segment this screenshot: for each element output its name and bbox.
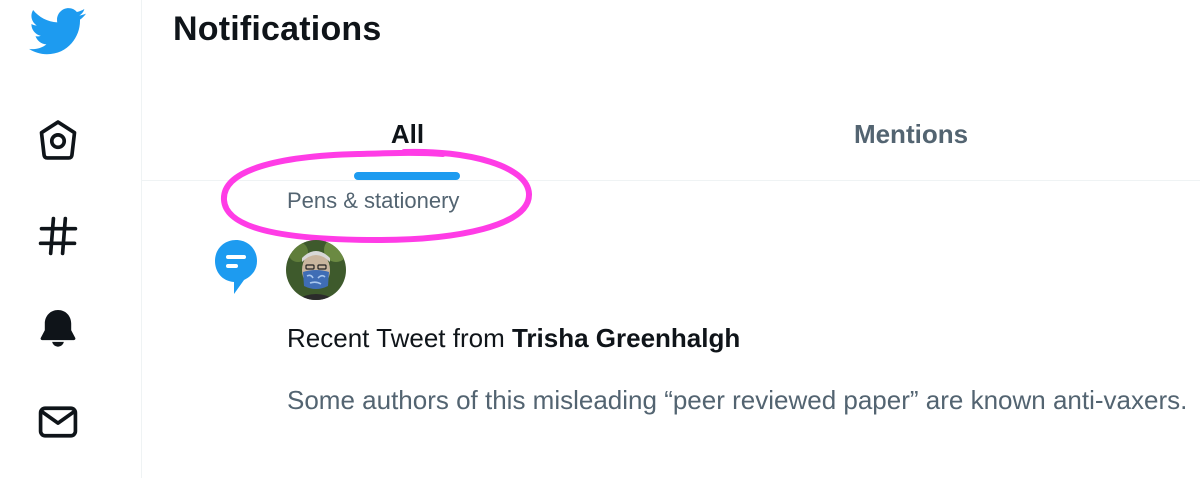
page-title: Notifications (173, 10, 382, 48)
bell-icon (40, 310, 76, 347)
notification-header: Recent Tweet from Trisha Greenhalgh (287, 323, 740, 354)
avatar[interactable] (286, 240, 346, 300)
nav-explore[interactable] (28, 206, 88, 266)
avatar-photo (286, 240, 346, 300)
tab-all-label: All (390, 118, 425, 149)
notification-prefix: Recent Tweet from (287, 323, 512, 353)
nav-notifications[interactable] (28, 298, 88, 358)
nav-home[interactable] (28, 110, 88, 170)
tab-all[interactable]: All (142, 88, 671, 180)
notification-author[interactable]: Trisha Greenhalgh (512, 323, 740, 353)
topic-label: Pens & stationery (287, 188, 460, 213)
tweet-text[interactable]: Some authors of this misleading “peer re… (287, 381, 1192, 419)
envelope-icon (38, 406, 78, 438)
sidebar-nav (0, 0, 142, 478)
home-icon (39, 120, 77, 160)
tab-mentions[interactable]: Mentions (671, 88, 1200, 180)
active-tab-indicator (354, 172, 460, 180)
tab-mentions-label: Mentions (853, 118, 969, 149)
twitter-app: Notifications All Mentions Pens & statio… (0, 0, 1200, 478)
logo-link[interactable] (28, 2, 88, 62)
twitter-bird-icon (29, 8, 87, 55)
nav-messages[interactable] (28, 392, 88, 452)
hashtag-icon (38, 216, 78, 256)
topic-bubble-icon (215, 240, 257, 294)
notification-tabs: All Mentions (142, 88, 1200, 181)
notifications-main: Notifications All Mentions Pens & statio… (142, 0, 1200, 478)
